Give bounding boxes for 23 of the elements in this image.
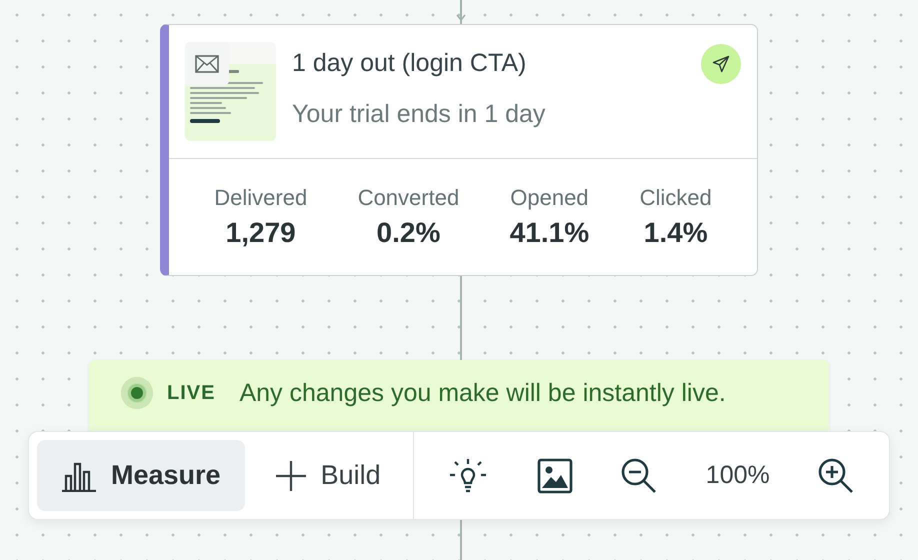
stat-value: 1,279 <box>226 217 296 249</box>
live-label: LIVE <box>167 382 216 404</box>
measure-tab[interactable]: Measure <box>37 440 245 511</box>
stat-value: 41.1% <box>510 217 590 249</box>
send-icon <box>701 44 741 84</box>
plus-icon <box>274 460 307 492</box>
zoom-out-icon[interactable] <box>620 456 658 494</box>
stat-label: Clicked <box>640 185 712 211</box>
live-message: Any changes you make will be instantly live. <box>239 378 726 408</box>
zoom-level: 100% <box>706 461 770 490</box>
stat-value: 0.2% <box>376 217 440 249</box>
stat-label: Opened <box>510 185 589 211</box>
image-icon[interactable] <box>536 458 573 494</box>
zoom-in-icon[interactable] <box>817 456 856 494</box>
stat-label: Delivered <box>214 185 308 211</box>
message-subject: Your trial ends in 1 day <box>292 100 546 129</box>
stat-value: 1.4% <box>644 217 708 249</box>
message-card[interactable]: 1 day out (login CTA) Your trial ends in 1 day Delivered 1,279 Converted 0.2% Opened 41.1% Clicked 1.4% <box>160 24 758 276</box>
stat-label: Converted <box>358 185 460 211</box>
envelope-icon <box>195 55 219 73</box>
message-title: 1 day out (login CTA) <box>292 49 528 78</box>
live-dot-icon <box>121 377 153 409</box>
build-tab[interactable]: Build <box>250 440 405 511</box>
